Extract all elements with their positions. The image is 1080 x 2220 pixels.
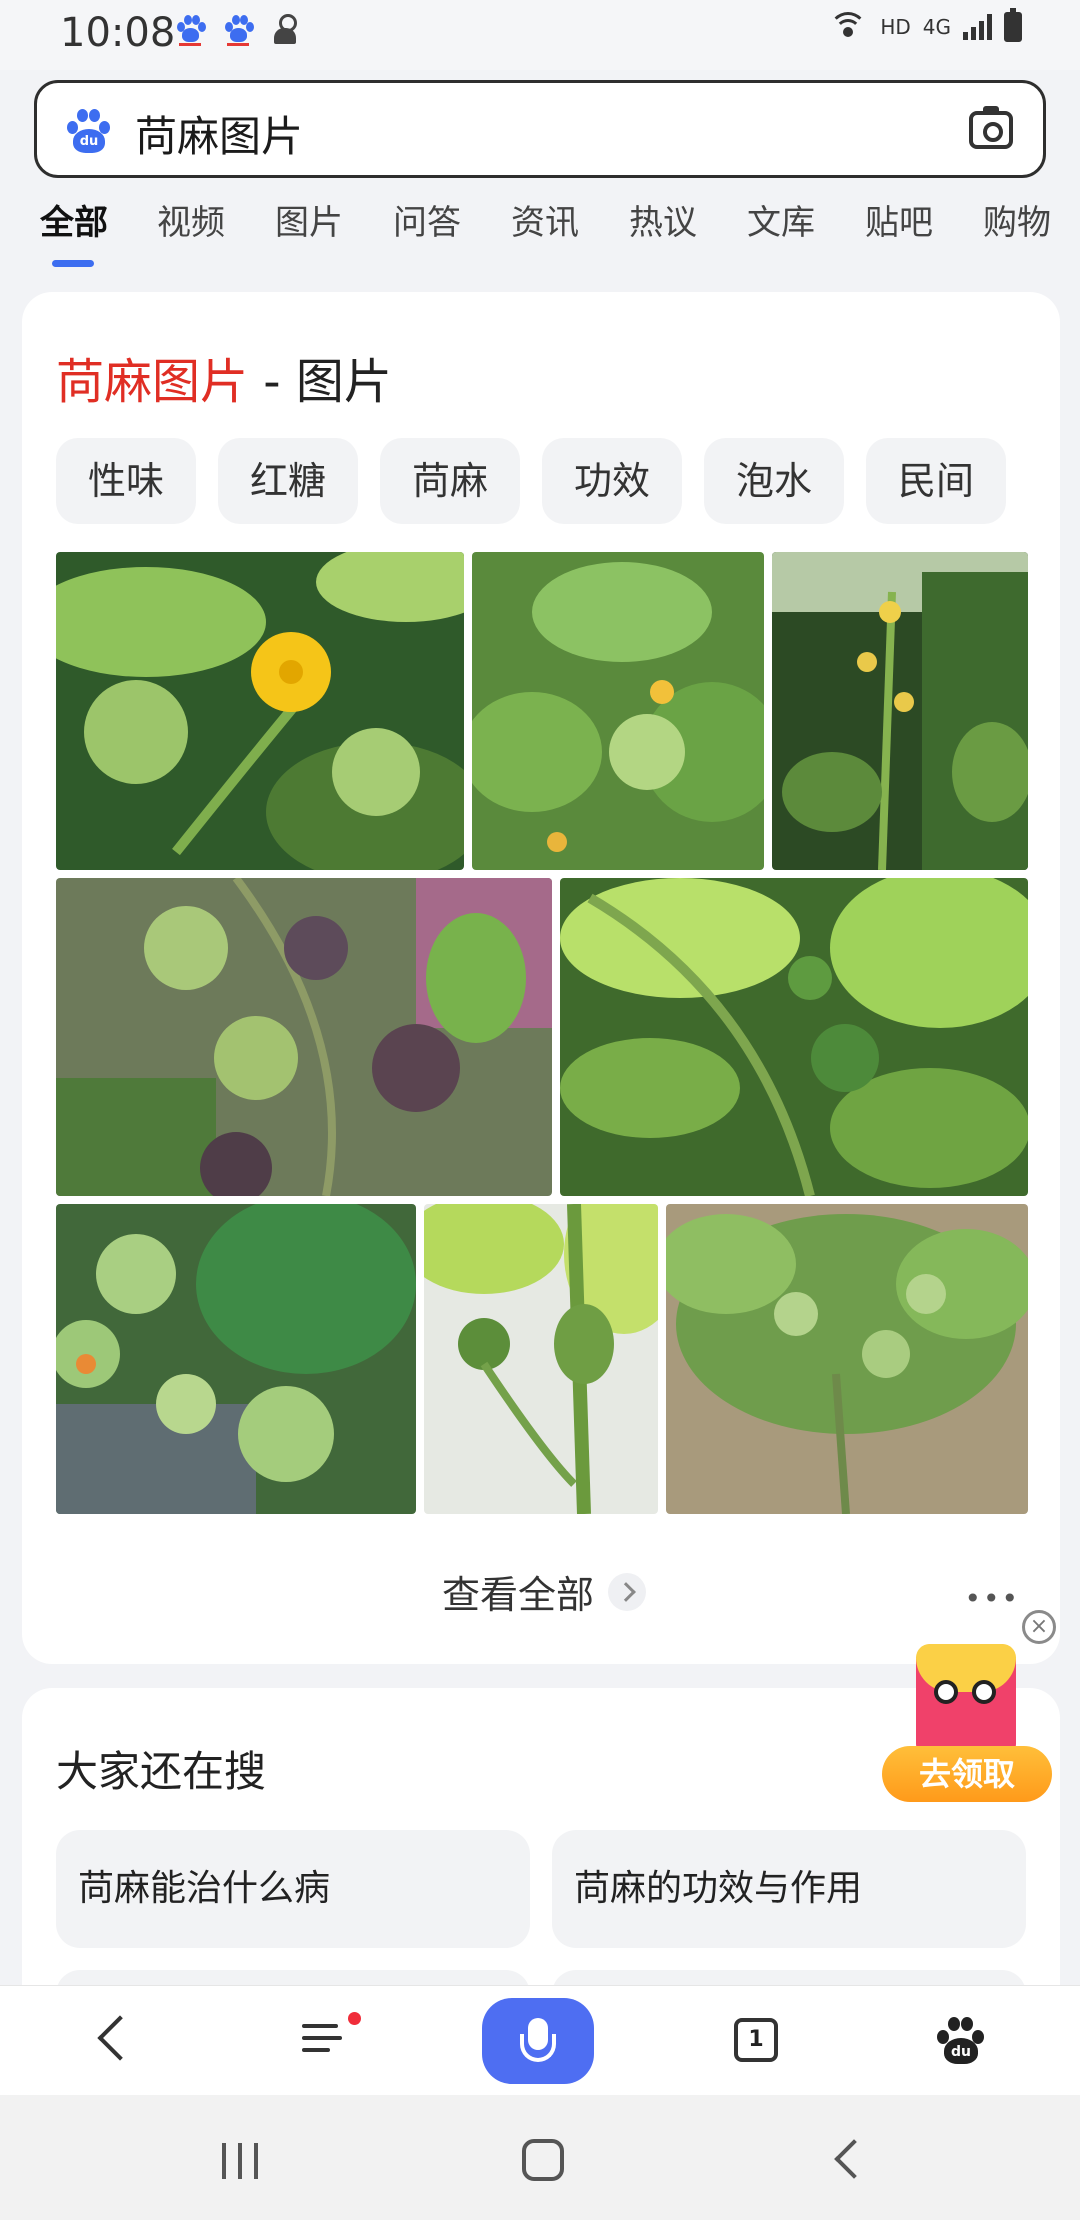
title-suffix: - 图片	[248, 354, 392, 410]
plant-photo[interactable]	[666, 1204, 1028, 1514]
baidu-logo-icon: du	[65, 107, 111, 155]
more-options-icon[interactable]: •••	[964, 1582, 1020, 1615]
hd-label: HD	[880, 15, 911, 39]
tab-all[interactable]: 全部	[40, 195, 108, 244]
tab-discussion[interactable]: 热议	[629, 195, 697, 244]
search-input[interactable]: 苘麻图片	[135, 103, 303, 164]
plant-photo[interactable]	[472, 552, 764, 870]
person-notification-icon	[271, 14, 299, 46]
search-bar[interactable]: du 苘麻图片	[34, 80, 1046, 178]
plant-photo[interactable]	[56, 552, 464, 870]
baidu-home-icon[interactable]: du	[936, 2016, 984, 2066]
view-all-link[interactable]: 查看全部	[442, 1564, 647, 1619]
status-time: 10:08	[60, 10, 176, 56]
promo-close-icon[interactable]: ×	[1022, 1610, 1056, 1644]
chip-property[interactable]: 性味	[56, 438, 196, 524]
tab-qa[interactable]: 问答	[393, 195, 461, 244]
network-type-label: 4G	[922, 15, 951, 39]
plant-photo[interactable]	[56, 878, 552, 1196]
filter-chips: 性味 红糖 苘麻 功效 泡水 民间	[56, 438, 1026, 528]
tab-tieba[interactable]: 贴吧	[865, 195, 933, 244]
search-tabs: 全部 视频 图片 问答 资讯 热议 文库 贴吧 购物	[0, 195, 1080, 275]
notification-icons	[175, 14, 299, 46]
related-title: 大家还在搜	[56, 1747, 267, 1796]
system-nav-bar	[0, 2095, 1080, 2220]
tab-library[interactable]: 文库	[747, 195, 815, 244]
screen: 10:08 HD 4G du 苘麻图片 全部 视频 图片 问答 资讯 热议 文库…	[0, 0, 1080, 2220]
baidu-notification-icon	[223, 14, 254, 46]
plant-photo[interactable]	[772, 552, 1028, 870]
mascot-eye	[972, 1680, 996, 1704]
red-packet-mascot-icon[interactable]	[916, 1644, 1016, 1754]
recent-apps-icon[interactable]	[222, 2143, 262, 2179]
wifi-icon	[828, 12, 868, 42]
tab-images[interactable]: 图片	[275, 195, 343, 244]
signal-icon	[963, 14, 992, 40]
status-bar: 10:08 HD 4G	[0, 0, 1080, 70]
chip-brown-sugar[interactable]: 红糖	[218, 438, 358, 524]
baidu-notification-icon	[175, 14, 206, 46]
claim-reward-button[interactable]: 去领取	[882, 1746, 1052, 1802]
related-item[interactable]: 苘麻能治什么病	[56, 1830, 530, 1948]
back-icon[interactable]	[97, 2015, 143, 2061]
tab-shopping[interactable]: 购物	[983, 195, 1051, 244]
image-grid	[56, 552, 1028, 1514]
active-tab-indicator	[52, 260, 94, 267]
camera-icon[interactable]	[969, 106, 1013, 149]
mascot-eye	[934, 1680, 958, 1704]
notification-dot	[348, 2012, 361, 2025]
home-icon[interactable]	[522, 2139, 564, 2181]
image-card-title[interactable]: 苘麻图片 - 图片	[56, 342, 392, 412]
menu-icon[interactable]	[302, 2020, 346, 2056]
related-item[interactable]: 苘麻的功效与作用	[552, 1830, 1026, 1948]
chip-abutilon[interactable]: 苘麻	[380, 438, 520, 524]
chip-soak[interactable]: 泡水	[704, 438, 844, 524]
chip-folk[interactable]: 民间	[866, 438, 1006, 524]
plant-photo[interactable]	[560, 878, 1028, 1196]
title-highlight: 苘麻图片	[56, 354, 249, 410]
image-results-card: 苘麻图片 - 图片 性味 红糖 苘麻 功效 泡水 民间 查看全部 •••	[22, 292, 1060, 1664]
chevron-right-icon	[608, 1572, 647, 1611]
chip-efficacy[interactable]: 功效	[542, 438, 682, 524]
status-right: HD 4G	[828, 8, 1022, 42]
view-all-label: 查看全部	[442, 1573, 595, 1617]
system-back-icon[interactable]	[834, 2139, 874, 2179]
voice-search-button[interactable]	[482, 1998, 594, 2084]
battery-icon	[1004, 8, 1022, 42]
tab-news[interactable]: 资讯	[511, 195, 579, 244]
plant-photo[interactable]	[424, 1204, 658, 1514]
plant-photo[interactable]	[56, 1204, 416, 1514]
tab-video[interactable]: 视频	[157, 195, 225, 244]
browser-toolbar: 1 du	[0, 1985, 1080, 2095]
tab-count-button[interactable]: 1	[734, 2018, 778, 2062]
